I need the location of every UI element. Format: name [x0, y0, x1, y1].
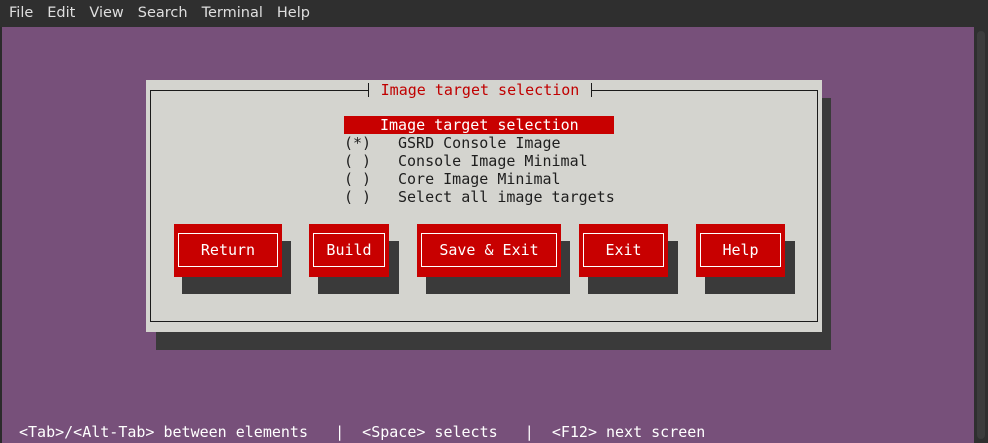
button-label: Help	[722, 240, 759, 259]
list-item-label: Core Image Minimal	[398, 170, 561, 188]
terminal-area[interactable]: Image target selection Image target sele…	[2, 27, 974, 443]
radio-selected[interactable]: (*)	[344, 134, 398, 152]
help-button[interactable]: Help	[696, 224, 785, 277]
list-item-console-image-minimal[interactable]: ( ) Console Image Minimal	[344, 152, 614, 170]
button-label: Save & Exit	[439, 240, 539, 259]
button-label: Build	[326, 240, 372, 259]
button-label: Exit	[605, 240, 642, 259]
key-hints-footer: <Tab>/<Alt-Tab> between elements | <Spac…	[19, 423, 706, 441]
menu-terminal[interactable]: Terminal	[195, 0, 270, 27]
build-button[interactable]: Build	[309, 224, 389, 277]
return-button[interactable]: Return	[174, 224, 282, 277]
button-label: Return	[200, 240, 256, 259]
scrollbar-thumb[interactable]	[977, 31, 985, 439]
list-item-label: Console Image Minimal	[398, 152, 588, 170]
image-target-list[interactable]: Image target selection (*) GSRD Console I…	[344, 116, 615, 206]
image-target-dialog: Image target selection Image target sele…	[146, 80, 822, 332]
radio-unselected[interactable]: ( )	[344, 170, 398, 188]
radio-unselected[interactable]: ( )	[344, 152, 398, 170]
menu-file[interactable]: File	[2, 0, 40, 27]
list-item-select-all-image-targets[interactable]: ( ) Select all image targets	[344, 188, 615, 206]
save-exit-button[interactable]: Save & Exit	[417, 224, 561, 277]
menu-view[interactable]: View	[82, 0, 130, 27]
list-item-core-image-minimal[interactable]: ( ) Core Image Minimal	[344, 170, 614, 188]
list-item-label: Select all image targets	[398, 188, 615, 206]
list-item-gsrd-console-image[interactable]: (*) GSRD Console Image	[344, 134, 614, 152]
terminal-scrollbar[interactable]	[974, 27, 988, 443]
list-header: Image target selection	[344, 116, 614, 134]
menu-help[interactable]: Help	[270, 0, 317, 27]
menu-search[interactable]: Search	[131, 0, 195, 27]
radio-unselected[interactable]: ( )	[344, 188, 398, 206]
menu-edit[interactable]: Edit	[40, 0, 82, 27]
menu-bar: File Edit View Search Terminal Help	[0, 0, 988, 27]
exit-button[interactable]: Exit	[579, 224, 668, 277]
list-item-label: GSRD Console Image	[398, 134, 561, 152]
dialog-title: Image target selection	[368, 80, 592, 100]
